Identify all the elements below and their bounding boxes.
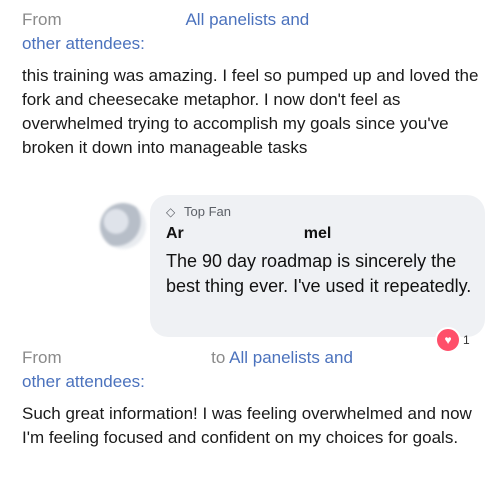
- comment: ◇ Top Fan Ar mel The 90 day roadmap is sin…: [100, 195, 490, 355]
- diamond-icon: ◇: [166, 205, 176, 219]
- recipient-link-line2[interactable]: other attendees:: [22, 34, 145, 53]
- recipient-link[interactable]: All panelists and: [229, 348, 353, 367]
- badge-label: Top Fan: [184, 204, 231, 219]
- reaction-count: 1: [463, 333, 470, 347]
- author-name-end: mel: [303, 225, 332, 242]
- chat-message: From to All panelists and other attendee…: [22, 346, 492, 450]
- comment-author[interactable]: Ar mel: [166, 225, 331, 243]
- message-header: From All panelists and other attendees:: [22, 8, 492, 56]
- avatar[interactable]: [100, 203, 146, 249]
- from-label: From: [22, 348, 62, 367]
- message-text: Such great information! I was feeling ov…: [22, 404, 472, 447]
- redacted-author: [183, 227, 304, 240]
- chat-message: From All panelists and other attendees: …: [22, 8, 492, 160]
- message-header: From to All panelists and other attendee…: [22, 346, 492, 394]
- redacted-sender: [61, 13, 182, 28]
- to-label: to: [211, 348, 226, 367]
- redacted-sender: [66, 351, 207, 366]
- top-fan-badge: ◇ Top Fan: [166, 204, 231, 220]
- message-text: this training was amazing. I feel so pum…: [22, 66, 479, 157]
- recipient-link-line2[interactable]: other attendees:: [22, 372, 145, 391]
- recipient-link[interactable]: All panelists and: [185, 10, 309, 29]
- comment-bubble: ◇ Top Fan Ar mel The 90 day roadmap is sin…: [150, 195, 485, 337]
- author-name-start: Ar: [166, 225, 184, 242]
- comment-text: The 90 day roadmap is sincerely the best…: [166, 251, 472, 296]
- from-label: From: [22, 10, 62, 29]
